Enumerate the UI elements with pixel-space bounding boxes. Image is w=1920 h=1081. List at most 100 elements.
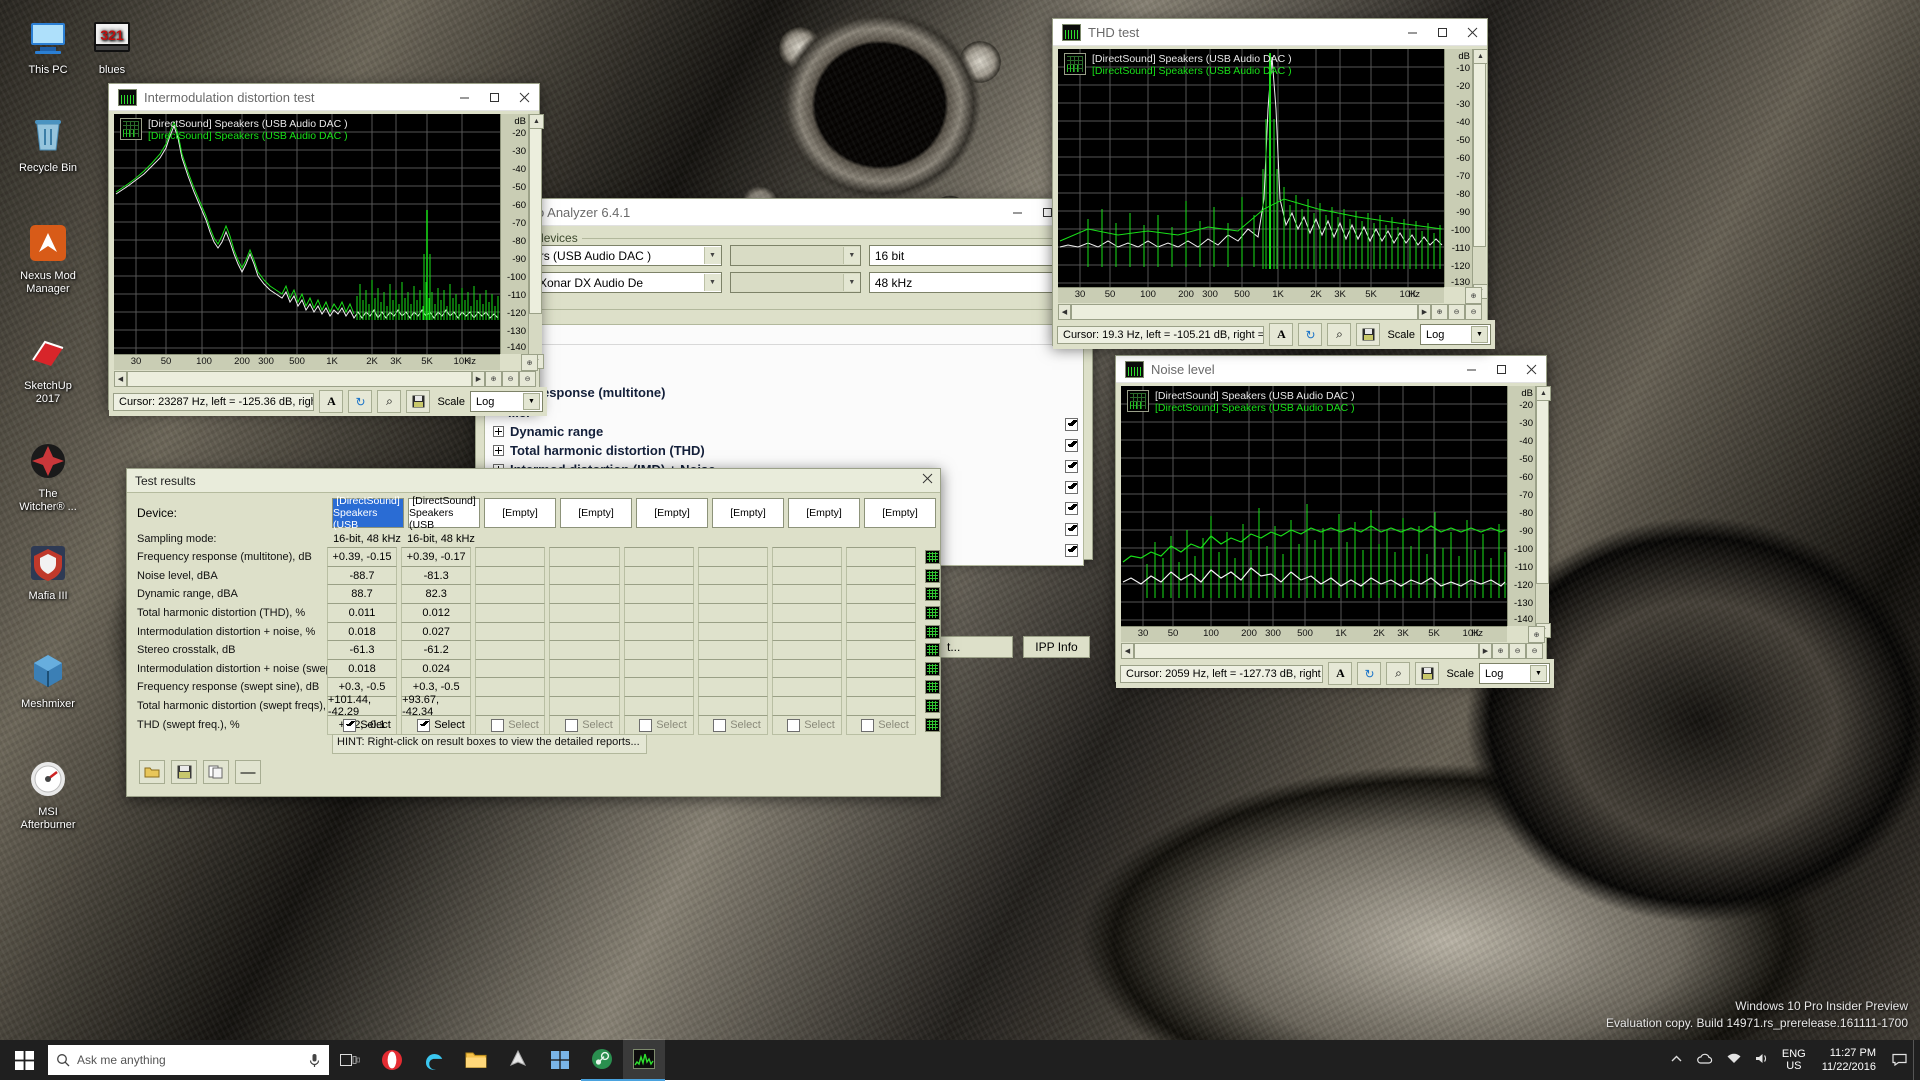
table-cell[interactable] bbox=[846, 696, 917, 717]
zoom-settings-icon[interactable]: ⌕ bbox=[1327, 323, 1352, 346]
system-tray[interactable]: ENG US 11:27 PM 11/22/2016 bbox=[1663, 1040, 1920, 1080]
taskbar-item-rightmark-audio-analyzer[interactable] bbox=[623, 1039, 665, 1081]
thd-spectrum-plot[interactable]: [DirectSound] Speakers (USB Audio DAC ) … bbox=[1058, 49, 1444, 299]
playback-mixer-select[interactable]: ▼ bbox=[729, 245, 861, 266]
desktop-icon-the-witcher-3[interactable]: The Witcher® ... bbox=[6, 438, 90, 514]
chevron-down-icon[interactable]: ▼ bbox=[842, 274, 860, 291]
imd-hscroll-row[interactable]: ◀ ▶ ⊕ ⊖ ⊖ bbox=[114, 370, 536, 387]
table-cell[interactable] bbox=[475, 640, 546, 661]
chevron-down-icon[interactable]: ▼ bbox=[523, 393, 540, 410]
action-center-icon[interactable] bbox=[1886, 1052, 1913, 1069]
close-button[interactable] bbox=[914, 468, 940, 490]
noise-vscrollbar[interactable]: ▲ ▼ bbox=[1535, 386, 1551, 638]
table-cell[interactable] bbox=[549, 621, 620, 642]
zoom-fit-button[interactable]: ⊕ bbox=[1528, 626, 1545, 643]
font-button[interactable]: A bbox=[1269, 323, 1294, 346]
device-cell-5[interactable]: [Empty] bbox=[636, 498, 708, 528]
table-cell[interactable] bbox=[475, 658, 546, 679]
checkbox-icon[interactable] bbox=[713, 718, 727, 732]
font-button[interactable]: A bbox=[1328, 662, 1353, 685]
ipp-info-button[interactable]: IPP Info bbox=[1023, 636, 1090, 658]
search-input[interactable]: Ask me anything bbox=[77, 1053, 301, 1067]
zoom-reset-button[interactable]: ⊖ bbox=[1526, 642, 1543, 659]
microphone-icon[interactable] bbox=[308, 1053, 321, 1068]
table-cell[interactable]: +93.67, -42.34 bbox=[401, 694, 472, 718]
minimize-button[interactable] bbox=[1456, 356, 1486, 382]
thd-hscroll-row[interactable]: ◀ ▶ ⊕ ⊖ ⊖ bbox=[1058, 303, 1482, 320]
detailed-report-button[interactable] bbox=[925, 624, 940, 639]
table-cell[interactable]: 0.011 bbox=[326, 603, 398, 624]
scale-select[interactable]: Log ▼ bbox=[1420, 324, 1491, 345]
bits-select[interactable]: 16 bit ▼ bbox=[868, 245, 1075, 266]
checkbox-icon[interactable] bbox=[343, 718, 357, 732]
scroll-left-button[interactable]: ◀ bbox=[114, 370, 127, 387]
table-cell[interactable] bbox=[771, 621, 843, 642]
zoom-reset-button[interactable]: ⊖ bbox=[519, 370, 536, 387]
show-desktop-button[interactable] bbox=[1913, 1040, 1920, 1080]
table-cell[interactable] bbox=[623, 696, 694, 717]
device-cell-8[interactable]: [Empty] bbox=[864, 498, 936, 528]
zoom-fit-button[interactable]: ⊕ bbox=[1465, 287, 1482, 304]
zoom-reset-button[interactable]: ⊖ bbox=[1465, 303, 1482, 320]
zoom-settings-icon[interactable]: ⌕ bbox=[377, 390, 402, 413]
zoom-in-button[interactable]: ⊕ bbox=[485, 370, 502, 387]
checkbox-icon[interactable] bbox=[639, 718, 653, 732]
table-cell[interactable] bbox=[771, 547, 843, 568]
table-cell[interactable] bbox=[623, 584, 694, 605]
table-cell[interactable]: 82.3 bbox=[401, 584, 472, 605]
test-checkbox-0[interactable] bbox=[1064, 418, 1078, 431]
desktop-icon-sketchup-2017[interactable]: SketchUp 2017 bbox=[6, 330, 90, 406]
chevron-down-icon[interactable]: ▼ bbox=[703, 274, 721, 291]
test-item-1[interactable]: ...el bbox=[493, 402, 1059, 422]
chevron-down-icon[interactable]: ▼ bbox=[703, 247, 721, 264]
open-button[interactable] bbox=[139, 760, 165, 784]
noise-level-window[interactable]: Noise level [DirectSound] Speakers (USB … bbox=[1115, 355, 1554, 688]
table-cell[interactable]: 88.7 bbox=[326, 584, 398, 605]
close-button[interactable] bbox=[509, 84, 539, 110]
select-checkbox-1[interactable]: Select bbox=[332, 718, 402, 732]
minimize-button[interactable] bbox=[449, 84, 479, 110]
table-cell[interactable] bbox=[697, 658, 768, 679]
chevron-down-icon[interactable]: ▼ bbox=[842, 247, 860, 264]
table-cell[interactable]: +0.39, -0.15 bbox=[326, 547, 398, 568]
font-button[interactable]: A bbox=[319, 390, 344, 413]
truncated-button[interactable]: t... bbox=[938, 636, 1013, 658]
thd-test-window[interactable]: THD test [DirectSound] Speakers (USB Aud… bbox=[1052, 18, 1495, 349]
scroll-track[interactable] bbox=[1134, 642, 1479, 659]
table-cell[interactable]: +101.44, -42.29 bbox=[326, 694, 398, 718]
maximize-button[interactable] bbox=[1486, 356, 1516, 382]
device-cell-4[interactable]: [Empty] bbox=[560, 498, 632, 528]
table-cell[interactable] bbox=[846, 584, 917, 605]
save-button[interactable] bbox=[171, 760, 197, 784]
table-cell[interactable] bbox=[623, 621, 694, 642]
desktop-icon-msi-afterburner[interactable]: MSI Afterburner bbox=[6, 756, 90, 832]
imd-spectrum-plot[interactable]: [DirectSound] Speakers (USB Audio DAC ) … bbox=[114, 114, 500, 369]
taskbar-item-task-view[interactable] bbox=[329, 1040, 371, 1080]
thd-titlebar[interactable]: THD test bbox=[1053, 19, 1487, 46]
select-checkbox-8[interactable]: Select bbox=[850, 718, 920, 732]
save-icon[interactable] bbox=[1415, 662, 1440, 685]
table-cell[interactable]: 0.018 bbox=[326, 658, 398, 679]
onedrive-icon[interactable] bbox=[1690, 1053, 1720, 1068]
scroll-thumb[interactable] bbox=[1536, 400, 1549, 584]
table-cell[interactable] bbox=[771, 565, 843, 586]
checkbox-icon[interactable] bbox=[565, 718, 579, 732]
scroll-right-button[interactable]: ▶ bbox=[1418, 303, 1431, 320]
zoom-out-button[interactable]: ⊖ bbox=[1448, 303, 1465, 320]
detailed-report-button[interactable] bbox=[925, 587, 940, 602]
table-cell[interactable]: -61.2 bbox=[401, 640, 472, 661]
table-cell[interactable] bbox=[549, 547, 620, 568]
detailed-report-button[interactable] bbox=[925, 643, 940, 658]
copy-button[interactable] bbox=[203, 760, 229, 784]
desktop-icon-mafia-iii[interactable]: Mafia III bbox=[6, 540, 90, 603]
test-item-0[interactable]: ...cy response (multitone) bbox=[493, 382, 1059, 402]
test-checkbox-6[interactable] bbox=[1064, 544, 1078, 557]
table-cell[interactable]: 0.024 bbox=[401, 658, 472, 679]
table-cell[interactable] bbox=[623, 640, 694, 661]
minimize-button[interactable] bbox=[1002, 199, 1032, 225]
table-cell[interactable] bbox=[697, 696, 768, 717]
table-cell[interactable] bbox=[549, 677, 620, 698]
refresh-icon[interactable]: ↻ bbox=[1357, 662, 1382, 685]
device-cell-1[interactable]: [DirectSound] Speakers (USB bbox=[332, 495, 404, 531]
table-cell[interactable]: +0.39, -0.17 bbox=[401, 547, 472, 568]
